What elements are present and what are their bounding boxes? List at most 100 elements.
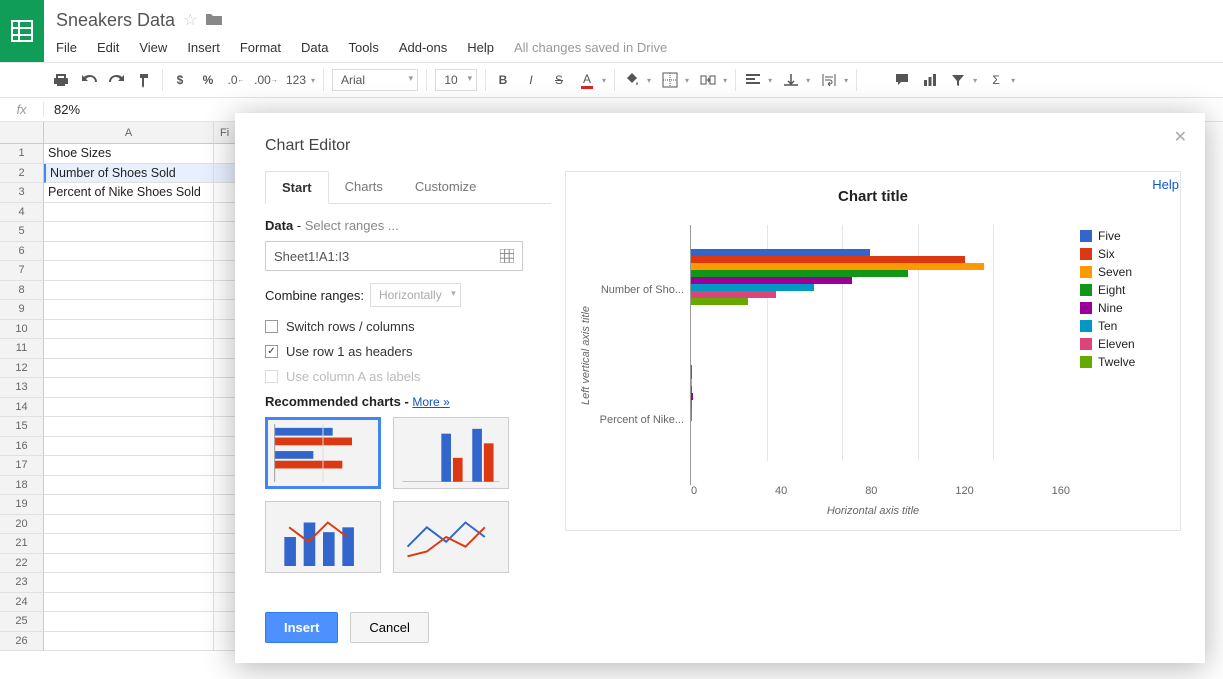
align-horizontal-icon[interactable] <box>744 71 762 89</box>
row-number[interactable]: 24 <box>0 593 44 613</box>
menu-format[interactable]: Format <box>240 40 281 55</box>
cell[interactable] <box>44 261 214 281</box>
cell[interactable] <box>44 612 214 632</box>
cell[interactable] <box>44 456 214 476</box>
cell[interactable] <box>44 222 214 242</box>
cell[interactable]: Number of Shoes Sold <box>44 164 214 184</box>
star-icon[interactable]: ☆ <box>183 10 197 30</box>
chart-icon[interactable] <box>921 71 939 89</box>
folder-icon[interactable] <box>205 11 223 30</box>
cell[interactable] <box>44 378 214 398</box>
row-number[interactable]: 1 <box>0 144 44 164</box>
thumb-vbar[interactable] <box>393 417 509 489</box>
undo-icon[interactable] <box>80 71 98 89</box>
row-number[interactable]: 6 <box>0 242 44 262</box>
cell[interactable] <box>44 573 214 593</box>
cell[interactable]: Percent of Nike Shoes Sold <box>44 183 214 203</box>
row-number[interactable]: 7 <box>0 261 44 281</box>
cell[interactable] <box>44 300 214 320</box>
italic-icon[interactable]: I <box>522 71 540 89</box>
sheets-logo[interactable] <box>0 0 44 62</box>
menu-data[interactable]: Data <box>301 40 328 55</box>
cell[interactable] <box>44 398 214 418</box>
filter-icon[interactable] <box>949 71 967 89</box>
thumb-hbar[interactable] <box>265 417 381 489</box>
functions-icon[interactable]: Σ <box>987 71 1005 89</box>
col-head-a[interactable]: A <box>44 122 214 144</box>
doc-title[interactable]: Sneakers Data <box>56 10 175 31</box>
tab-charts[interactable]: Charts <box>329 171 399 203</box>
cell[interactable] <box>44 417 214 437</box>
row-number[interactable]: 4 <box>0 203 44 223</box>
currency-icon[interactable]: $ <box>171 71 189 89</box>
menu-edit[interactable]: Edit <box>97 40 119 55</box>
more-link[interactable]: More » <box>412 395 449 409</box>
row-number[interactable]: 8 <box>0 281 44 301</box>
merge-cells-icon[interactable] <box>699 71 717 89</box>
menu-addons[interactable]: Add-ons <box>399 40 447 55</box>
bold-icon[interactable]: B <box>494 71 512 89</box>
row-number[interactable]: 13 <box>0 378 44 398</box>
strikethrough-icon[interactable]: S <box>550 71 568 89</box>
row-number[interactable]: 10 <box>0 320 44 340</box>
row-number[interactable]: 17 <box>0 456 44 476</box>
cell[interactable] <box>44 242 214 262</box>
row-number[interactable]: 22 <box>0 554 44 574</box>
paint-format-icon[interactable] <box>136 71 154 89</box>
switch-rows-checkbox[interactable]: Switch rows / columns <box>265 319 551 334</box>
borders-icon[interactable] <box>661 71 679 89</box>
row-number[interactable]: 25 <box>0 612 44 632</box>
tab-start[interactable]: Start <box>265 171 329 204</box>
cell[interactable] <box>44 281 214 301</box>
thumb-line[interactable] <box>393 501 509 573</box>
row-number[interactable]: 14 <box>0 398 44 418</box>
row-number[interactable]: 20 <box>0 515 44 535</box>
thumb-combo[interactable] <box>265 501 381 573</box>
combine-select[interactable]: Horizontally <box>370 283 461 307</box>
row-number[interactable]: 21 <box>0 534 44 554</box>
text-color-icon[interactable]: A <box>578 71 596 89</box>
format-number-icon[interactable]: 123 <box>287 71 305 89</box>
corner-cell[interactable] <box>0 122 44 144</box>
row-number[interactable]: 16 <box>0 437 44 457</box>
insert-button[interactable]: Insert <box>265 612 338 643</box>
row-number[interactable]: 9 <box>0 300 44 320</box>
comment-icon[interactable] <box>893 71 911 89</box>
text-wrap-icon[interactable] <box>820 71 838 89</box>
row-number[interactable]: 15 <box>0 417 44 437</box>
range-select-icon[interactable] <box>500 249 514 263</box>
cell[interactable] <box>44 515 214 535</box>
menu-insert[interactable]: Insert <box>187 40 220 55</box>
row-number[interactable]: 18 <box>0 476 44 496</box>
row-number[interactable]: 26 <box>0 632 44 652</box>
row-number[interactable]: 19 <box>0 495 44 515</box>
redo-icon[interactable] <box>108 71 126 89</box>
row-number[interactable]: 11 <box>0 339 44 359</box>
percent-icon[interactable]: % <box>199 71 217 89</box>
row-number[interactable]: 2 <box>0 164 44 184</box>
align-vertical-icon[interactable] <box>782 71 800 89</box>
cell[interactable] <box>44 437 214 457</box>
menu-file[interactable]: File <box>56 40 77 55</box>
cell[interactable] <box>44 632 214 652</box>
cell[interactable] <box>44 339 214 359</box>
cell[interactable] <box>44 534 214 554</box>
close-icon[interactable]: ✕ <box>1174 127 1187 147</box>
tab-customize[interactable]: Customize <box>399 171 492 203</box>
cell[interactable] <box>44 320 214 340</box>
increase-decimal-icon[interactable]: .00→ <box>255 71 277 89</box>
font-select[interactable]: Arial <box>332 69 418 91</box>
cell[interactable] <box>44 495 214 515</box>
fx-value[interactable]: 82% <box>44 102 90 117</box>
cell[interactable] <box>44 554 214 574</box>
menu-tools[interactable]: Tools <box>348 40 378 55</box>
font-size-select[interactable]: 10 <box>435 69 477 91</box>
range-input[interactable]: Sheet1!A1:I3 <box>265 241 523 271</box>
row-number[interactable]: 3 <box>0 183 44 203</box>
menu-view[interactable]: View <box>139 40 167 55</box>
cell[interactable] <box>44 359 214 379</box>
row-number[interactable]: 23 <box>0 573 44 593</box>
cancel-button[interactable]: Cancel <box>350 612 428 643</box>
cell[interactable] <box>44 476 214 496</box>
link-icon[interactable] <box>865 71 883 89</box>
